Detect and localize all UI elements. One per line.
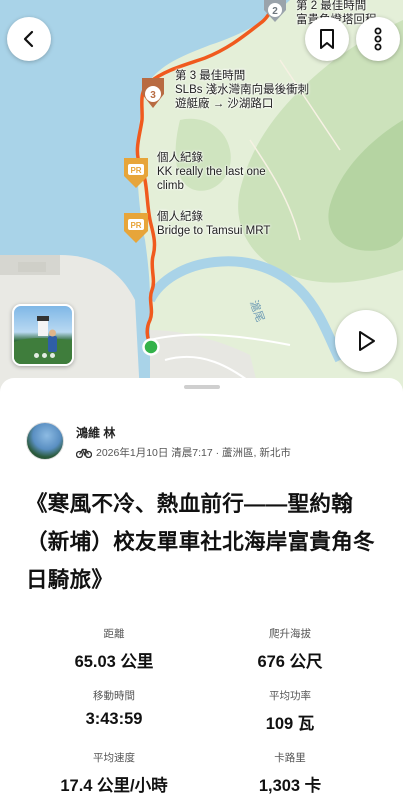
stat-moving-time-value: 3:43:59 <box>85 710 143 728</box>
rank-2-number: 2 <box>272 6 278 17</box>
stat-elevation: 爬升海拔 676 公尺 <box>200 626 380 672</box>
avatar[interactable] <box>26 422 64 460</box>
segment-pr1-line1: 個人紀錄 <box>157 152 203 164</box>
stat-calories-value: 1,303 卡 <box>258 777 322 795</box>
stat-distance-value: 65.03 公里 <box>74 653 154 671</box>
activity-title-line-2: （新埔）校友單車社北海岸富貴角冬 <box>26 530 375 554</box>
stat-moving-time: 移動時間 3:43:59 <box>24 688 204 729</box>
stat-distance: 距離 65.03 公里 <box>24 626 204 672</box>
play-icon <box>359 331 375 351</box>
user-name[interactable]: 鴻維 林 <box>76 424 115 441</box>
pr-badge-1-text: PR <box>130 166 141 175</box>
start-marker <box>142 338 160 356</box>
segment-pr2-line1: 個人紀錄 <box>157 211 203 223</box>
segment-pr1-line3: climb <box>157 180 184 192</box>
bookmark-button[interactable] <box>305 17 349 61</box>
stat-avg-speed-value: 17.4 公里/小時 <box>60 777 168 795</box>
stat-moving-time-label: 移動時間 <box>93 690 135 702</box>
activity-title-line-1: 《寒風不冷、熱血前行——聖約翰 <box>26 492 354 516</box>
segment-rank2-line1: 第 2 最佳時間 <box>296 0 367 12</box>
stat-elevation-value: 676 公尺 <box>257 653 323 671</box>
segment-pr1-line2: KK really the last one <box>157 166 266 178</box>
drag-handle[interactable] <box>184 385 220 389</box>
activity-title-line-3: 日騎旅》 <box>26 568 114 592</box>
segment-rank3-line1: 第 3 最佳時間 <box>175 70 246 82</box>
back-button[interactable] <box>7 17 51 61</box>
stat-calories-label: 卡路里 <box>274 752 306 764</box>
segment-label-rank3[interactable]: 第 3 最佳時間 SLBs 淺水灣南向最後衝刺 遊艇廠 → 沙湖路口 <box>175 69 309 111</box>
photo-pager-dots <box>34 353 55 358</box>
chevron-left-icon <box>23 30 34 48</box>
segment-label-pr2[interactable]: 個人紀錄 Bridge to Tamsui MRT <box>157 210 270 238</box>
segment-rank3-line2: SLBs 淺水灣南向最後衝刺 <box>175 84 310 96</box>
stat-avg-power: 平均功率 109 瓦 <box>200 688 380 734</box>
flyby-play-button[interactable] <box>335 310 397 372</box>
activity-sheet[interactable]: 鴻維 林 2026年1月10日 清晨7:17 · 蘆洲區, 新北市 《寒風不冷、… <box>0 378 403 803</box>
activity-title: 《寒風不冷、熱血前行——聖約翰 （新埔）校友單車社北海岸富貴角冬 日騎旅》 <box>26 485 391 599</box>
stat-avg-power-label: 平均功率 <box>269 690 311 702</box>
pr-badge-2-text: PR <box>130 221 141 230</box>
segment-label-pr1[interactable]: 個人紀錄 KK really the last one climb <box>157 151 266 193</box>
activity-meta-text: 2026年1月10日 清晨7:17 · 蘆洲區, 新北市 <box>96 447 291 459</box>
bookmark-icon <box>320 29 334 49</box>
stat-avg-speed-label: 平均速度 <box>93 752 135 764</box>
segment-rank3-line3: 遊艇廠 → 沙湖路口 <box>175 98 274 110</box>
photo-thumbnail[interactable] <box>12 304 74 366</box>
stat-calories: 卡路里 1,303 卡 <box>200 750 380 796</box>
more-vertical-icon <box>374 27 382 51</box>
more-options-button[interactable] <box>356 17 400 61</box>
activity-meta: 2026年1月10日 清晨7:17 · 蘆洲區, 新北市 <box>76 445 291 460</box>
stat-distance-label: 距離 <box>103 628 125 640</box>
bike-icon <box>76 448 92 458</box>
stat-elevation-label: 爬升海拔 <box>269 628 311 640</box>
stat-avg-speed: 平均速度 17.4 公里/小時 <box>24 750 204 796</box>
stat-avg-power-value: 109 瓦 <box>265 715 315 733</box>
rank-3-number: 3 <box>150 90 156 101</box>
segment-pr2-line2: Bridge to Tamsui MRT <box>157 225 271 237</box>
route-map[interactable]: 滬尾 2 3 PR PR 第 2 最佳時間 第 3 最佳時間 SLBs 淺水灣南… <box>0 0 403 395</box>
